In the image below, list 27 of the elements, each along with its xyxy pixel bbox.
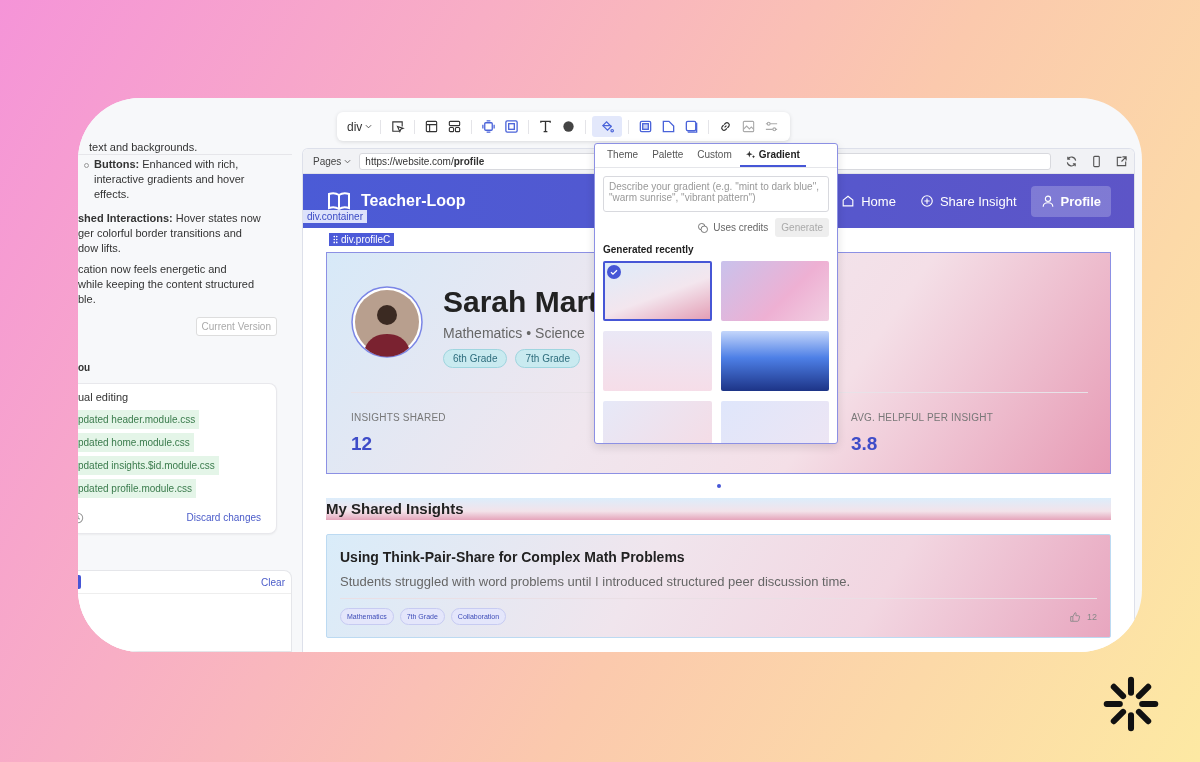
stat-label: AVG. HELPFUL PER INSIGHT xyxy=(851,412,995,423)
credits-note: Uses credits xyxy=(713,222,769,233)
grade-tag: 7th Grade xyxy=(515,349,580,368)
file-chip: pdated header.module.css xyxy=(78,410,200,429)
insight-summary: Students struggled with word problems until I introduced structured peer discussion time. xyxy=(340,574,852,589)
grade-tag: 6th Grade xyxy=(443,349,508,368)
stat-label: INSIGHTS SHARED xyxy=(351,412,447,423)
chat-text: shed Interactions: Hover states now ger colorful border transitions and dow lifts. xyxy=(78,211,262,256)
like-count: 12 xyxy=(1087,611,1097,622)
file-chip: pdated insights.$id.module.css xyxy=(78,456,219,475)
insight-title: Using Think-Pair-Share for Complex Math Problems xyxy=(340,549,686,565)
profile-subjects: Mathematics • Science xyxy=(443,325,586,341)
chat-text: cation now feels energetic and while keeping the content structured ble. xyxy=(78,262,256,307)
selection-label-text: div.profileC xyxy=(341,234,391,245)
selection-label: div.container xyxy=(303,210,367,223)
file-chip: pdated home.module.css xyxy=(78,433,194,452)
stat-value: 12 xyxy=(351,433,374,455)
file-chip: pdated profile.module.css xyxy=(78,479,196,498)
author-label: ou xyxy=(78,361,92,375)
section-title: Generated recently xyxy=(603,244,695,255)
profile-name: Sarah Mart xyxy=(443,285,599,319)
brand-name: Teacher-Loop xyxy=(361,192,466,210)
chat-text: Buttons: Enhanced with rich, interactive gradients and hover effects. xyxy=(94,157,245,202)
change-title: ual editing xyxy=(78,390,129,405)
section-heading: My Shared Insights xyxy=(326,498,1111,520)
stat-value: 3.8 xyxy=(851,433,879,455)
chat-text: text and backgrounds. xyxy=(78,140,292,155)
